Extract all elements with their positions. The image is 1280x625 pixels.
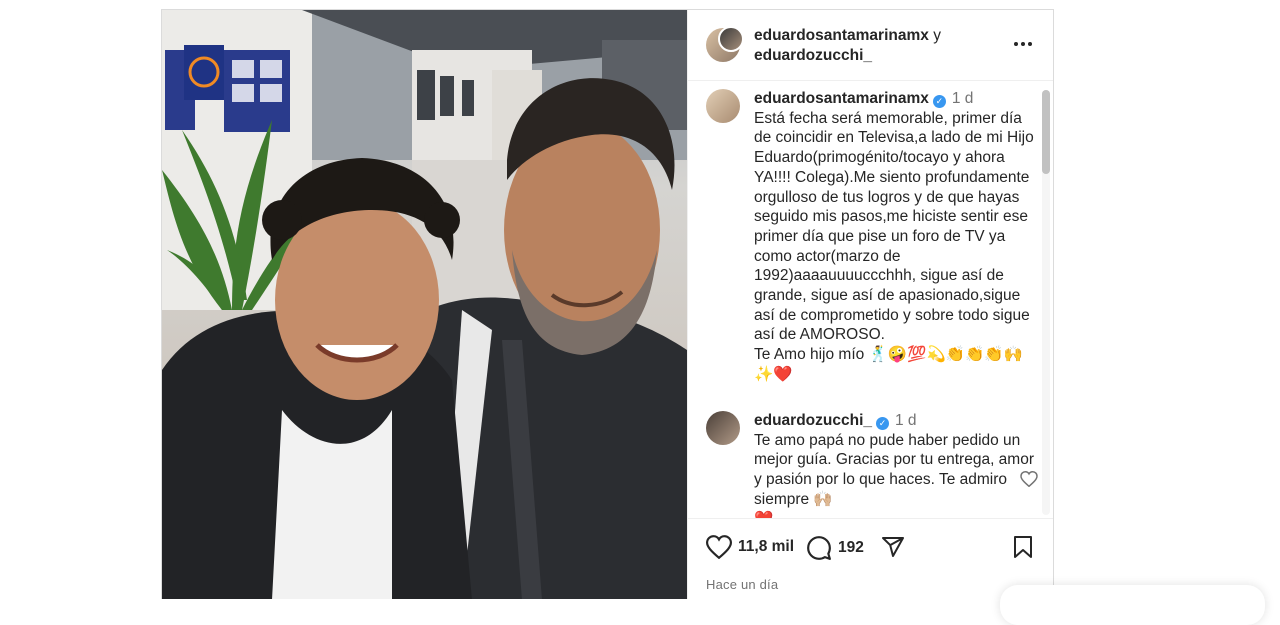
floating-panel xyxy=(1000,585,1265,625)
bookmark-icon xyxy=(1014,536,1032,558)
verified-badge-icon: ✓ xyxy=(932,95,946,108)
share-icon xyxy=(882,537,904,557)
verified-badge-icon: ✓ xyxy=(876,417,889,430)
comment-age[interactable]: 1 d xyxy=(895,412,917,429)
instagram-post: eduardosantamarinamx y eduardozucchi_ ed… xyxy=(161,9,1054,599)
comment-button[interactable]: 192 xyxy=(806,535,864,561)
comment-username[interactable]: eduardozucchi_ xyxy=(754,412,872,429)
comment-icon xyxy=(807,536,831,560)
post-timestamp[interactable]: Hace un día xyxy=(706,577,778,592)
author-username[interactable]: eduardosantamarinamx xyxy=(754,27,929,44)
comment-text: Está fecha será memorable, primer día de… xyxy=(754,109,1034,383)
comments-scrollbar-thumb[interactable] xyxy=(1042,90,1050,174)
comment-username[interactable]: eduardosantamarinamx xyxy=(754,90,929,107)
like-button[interactable]: 11,8 mil xyxy=(706,535,794,559)
author-conjunction: y xyxy=(933,27,941,44)
heart-icon xyxy=(706,535,732,559)
share-button[interactable] xyxy=(880,535,906,559)
post-side-panel: eduardosantamarinamx y eduardozucchi_ ed… xyxy=(687,10,1053,599)
post-actions: 11,8 mil 192 Hace un día xyxy=(688,518,1053,599)
avatar[interactable] xyxy=(706,411,740,445)
post-photo[interactable] xyxy=(162,10,687,599)
comment-body: eduardosantamarinamx ✓ 1 d Está fecha será… xyxy=(754,89,1034,385)
likes-count[interactable]: 11,8 mil xyxy=(738,538,794,556)
more-options-button[interactable] xyxy=(1010,32,1036,56)
avatar[interactable] xyxy=(706,89,740,123)
comment-body: eduardozucchi_ ✓ 1 d Te amo papá no pude h… xyxy=(754,411,1034,518)
comment-age[interactable]: 1 d xyxy=(952,90,974,107)
post-authors: eduardosantamarinamx y eduardozucchi_ xyxy=(754,26,941,66)
avatar[interactable] xyxy=(718,26,744,52)
comment-text: Te amo papá no pude haber pedido un mejo… xyxy=(754,431,1034,518)
heart-outline-icon[interactable] xyxy=(1020,471,1038,487)
photo-illustration xyxy=(162,10,687,599)
save-button[interactable] xyxy=(1012,535,1034,559)
coauthor-username[interactable]: eduardozucchi_ xyxy=(754,47,872,64)
comments-list[interactable]: eduardosantamarinamx ✓ 1 d Está fecha será… xyxy=(688,81,1053,518)
more-horizontal-icon xyxy=(1014,42,1018,46)
comments-count[interactable]: 192 xyxy=(838,539,864,557)
post-header: eduardosantamarinamx y eduardozucchi_ xyxy=(688,10,1053,81)
